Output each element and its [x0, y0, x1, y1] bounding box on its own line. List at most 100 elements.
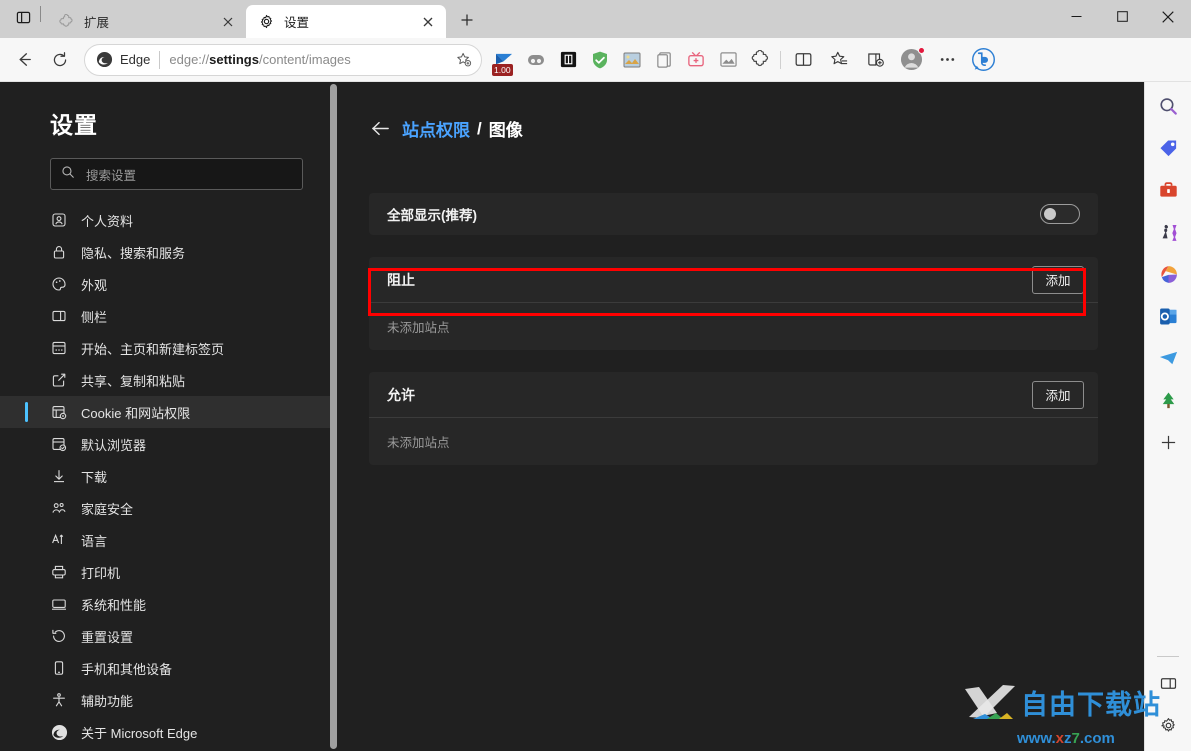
favorites-icon[interactable]	[823, 44, 855, 76]
sidebar-item-startpage[interactable]: 开始、主页和新建标签页	[0, 332, 335, 364]
address-bar[interactable]: Edge edge://settings/content/images	[84, 43, 482, 76]
tab-title: 扩展	[84, 16, 110, 30]
panda-ext-icon[interactable]	[521, 44, 551, 76]
omnibox-url[interactable]: edge://settings/content/images	[169, 52, 451, 67]
tab-extensions[interactable]: 扩展	[46, 5, 246, 38]
clipboard-ext-icon[interactable]	[649, 44, 679, 76]
phone-icon	[50, 659, 68, 677]
maximize-icon[interactable]	[1099, 0, 1145, 33]
block-add-button[interactable]: 添加	[1032, 265, 1084, 294]
search-input[interactable]: 搜索设置	[50, 158, 303, 190]
back-arrow-icon[interactable]	[369, 118, 391, 140]
sidebar-item-privacy[interactable]: 隐私、搜索和服务	[0, 236, 335, 268]
zoom-ratio-ext-icon[interactable]: 1.00	[489, 44, 519, 76]
search-icon	[61, 165, 75, 184]
omnibox-divider	[159, 50, 161, 69]
avatar-notification-dot	[918, 46, 925, 54]
sidebar-item-label: 打印机	[81, 565, 121, 581]
telegram-paperplane-icon[interactable]	[1152, 342, 1184, 374]
shopping-tag-icon[interactable]	[1152, 132, 1184, 164]
games-icon[interactable]	[1152, 216, 1184, 248]
sidebar-item-label: 系统和性能	[81, 597, 147, 613]
settings-nav-list: 个人资料 隐私、搜索和服务 外观 侧栏 开始、主页和新建标签页 共享、复制和粘贴…	[0, 204, 335, 748]
sidebar-scrollbar[interactable]	[330, 84, 337, 749]
browser-window: 扩展 设置 Edge edge://settings/content/image…	[0, 0, 1191, 751]
breadcrumb: 站点权限 / 图像	[369, 116, 1098, 141]
search-icon[interactable]	[1152, 90, 1184, 122]
adblock-shield-ext-icon[interactable]	[585, 44, 615, 76]
sidebar-item-about-edge[interactable]: 关于 Microsoft Edge	[0, 716, 335, 748]
back-arrow-icon[interactable]	[8, 44, 40, 76]
sidebar-item-family-safety[interactable]: 家庭安全	[0, 492, 335, 524]
avatar[interactable]	[895, 44, 927, 76]
image-ext-icon[interactable]	[617, 44, 647, 76]
sidebar-item-profile[interactable]: 个人资料	[0, 204, 335, 236]
settings-sidebar: 设置 搜索设置 个人资料 隐私、搜索和服务 外观 侧栏 开始、主页和新建标签页 …	[0, 82, 337, 751]
photo-ext-icon[interactable]	[713, 44, 743, 76]
language-icon	[50, 531, 68, 549]
sidebar-item-share[interactable]: 共享、复制和粘贴	[0, 364, 335, 396]
sidebar-item-downloads[interactable]: 下载	[0, 460, 335, 492]
collections-icon[interactable]	[859, 44, 891, 76]
system-icon	[50, 595, 68, 613]
close-icon[interactable]	[218, 12, 238, 32]
refresh-icon[interactable]	[44, 44, 76, 76]
sidebar-item-accessibility[interactable]: 辅助功能	[0, 684, 335, 716]
sidebar-item-appearance[interactable]: 外观	[0, 268, 335, 300]
block-section-header: 阻止 添加	[369, 257, 1098, 303]
split-screen-icon[interactable]	[787, 44, 819, 76]
sidebar-item-phone-devices[interactable]: 手机和其他设备	[0, 652, 335, 684]
breadcrumb-current: 图像	[488, 121, 523, 140]
sidebar-item-label: 下载	[81, 469, 108, 485]
outlook-icon[interactable]	[1152, 300, 1184, 332]
block-empty-text: 未添加站点	[387, 321, 450, 335]
add-sidebar-app-icon[interactable]	[1152, 426, 1184, 458]
allow-section-title: 允许	[387, 386, 415, 403]
window-controls	[1053, 0, 1191, 33]
sidebar-item-cookies-permissions[interactable]: Cookie 和网站权限	[0, 396, 335, 428]
sidebar-item-printers[interactable]: 打印机	[0, 556, 335, 588]
sidebar-item-label: 默认浏览器	[81, 437, 147, 453]
sidebar-item-default-browser[interactable]: 默认浏览器	[0, 428, 335, 460]
minimize-icon[interactable]	[1053, 0, 1099, 33]
sidebar-item-label: 家庭安全	[81, 501, 134, 517]
allow-section-body: 未添加站点	[369, 418, 1098, 465]
tools-briefcase-icon[interactable]	[1152, 174, 1184, 206]
edge-sidebar-divider	[1157, 656, 1179, 657]
allow-add-button[interactable]: 添加	[1032, 380, 1084, 409]
close-icon[interactable]	[1145, 0, 1191, 33]
home-page-icon	[50, 339, 68, 357]
sidebar-item-reset[interactable]: 重置设置	[0, 620, 335, 652]
printer-icon	[50, 563, 68, 581]
microsoft-365-icon[interactable]	[1152, 258, 1184, 290]
add-favorite-star-icon[interactable]	[451, 47, 477, 73]
sidebar-icon	[50, 307, 68, 325]
ellipsis-icon[interactable]	[931, 44, 963, 76]
close-icon[interactable]	[418, 12, 438, 32]
tab-search-icon[interactable]	[8, 3, 38, 33]
sidebar-item-label: 侧栏	[81, 309, 108, 325]
breadcrumb-parent-link[interactable]: 站点权限	[402, 116, 470, 141]
show-all-images-card: 全部显示(推荐)	[369, 193, 1098, 235]
breadcrumb-separator: /	[477, 118, 482, 138]
omnibox-edge-label: Edge	[120, 52, 151, 67]
tree-icon[interactable]	[1152, 384, 1184, 416]
sidebar-settings-gear-icon[interactable]	[1152, 709, 1184, 741]
show-all-card-wrap: 全部显示(推荐)	[369, 193, 1098, 235]
bing-copilot-icon[interactable]	[967, 44, 999, 76]
tv-ext-icon[interactable]	[681, 44, 711, 76]
url-prefix: edge://	[169, 52, 210, 67]
li-ext-icon[interactable]	[553, 44, 583, 76]
show-all-images-toggle[interactable]	[1040, 204, 1080, 224]
sidebar-item-languages[interactable]: 语言	[0, 524, 335, 556]
tab-settings[interactable]: 设置	[246, 5, 446, 38]
browser-toolbar: Edge edge://settings/content/images 1.00	[0, 38, 1191, 82]
toolbar-divider	[780, 50, 781, 69]
gear-icon	[258, 13, 275, 30]
extensions-puzzle-icon[interactable]	[745, 44, 775, 76]
new-tab-button[interactable]	[452, 5, 482, 35]
sidebar-item-sidebar[interactable]: 侧栏	[0, 300, 335, 332]
sidebar-item-system[interactable]: 系统和性能	[0, 588, 335, 620]
sidebar-toggle-icon[interactable]	[1152, 667, 1184, 699]
show-all-images-row[interactable]: 全部显示(推荐)	[369, 193, 1098, 235]
